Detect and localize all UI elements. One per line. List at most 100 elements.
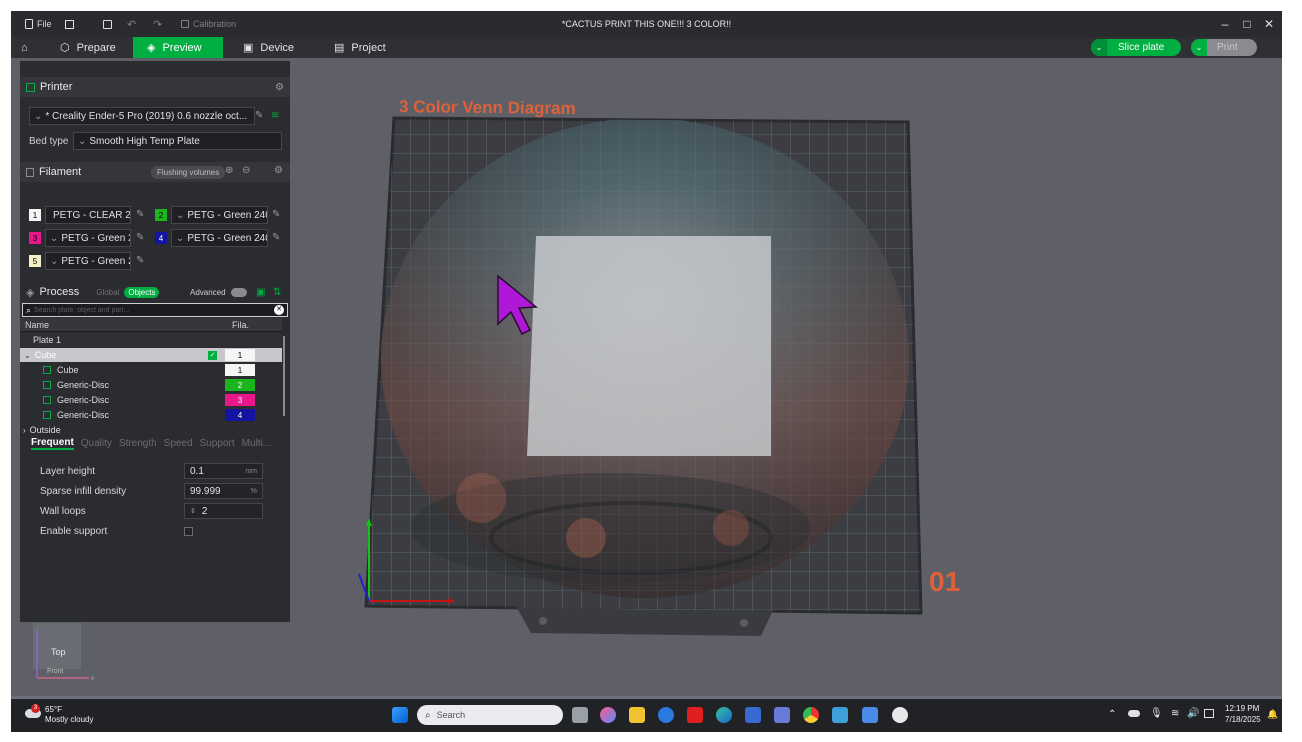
windows-start-icon[interactable]	[392, 707, 408, 723]
list-item[interactable]: Plate 1	[20, 333, 282, 347]
remove-filament-icon[interactable]: ⊖	[242, 165, 250, 176]
battery-icon[interactable]	[1204, 709, 1214, 718]
layer-height-value: 0.1	[190, 465, 204, 477]
microphone-icon[interactable]: 🎙	[1150, 708, 1163, 719]
tab-device[interactable]: ▣ Device	[229, 37, 308, 58]
subtab-quality[interactable]: Quality	[81, 438, 112, 449]
chevron-down-icon[interactable]: ⌄	[1191, 39, 1207, 56]
edit-icon[interactable]: ✎	[255, 110, 263, 121]
edit-icon[interactable]: ✎	[136, 209, 144, 220]
filament-index[interactable]: 3	[225, 394, 255, 406]
subtab-frequent[interactable]: Frequent	[31, 437, 74, 450]
clock-time[interactable]: 12:19 PM	[1225, 704, 1259, 713]
chevron-up-icon[interactable]: ⌃	[1108, 709, 1116, 720]
stepper-icon[interactable]: ⇕	[190, 507, 196, 515]
tab-prepare[interactable]: ⬡ Prepare	[46, 37, 130, 58]
filament-index[interactable]: 1	[225, 349, 255, 361]
object-list: Name Fila. Plate 1 ⌄ Cube ✓ 1 Cube 1 Gen…	[20, 309, 290, 435]
add-filament-icon[interactable]: ⊕	[225, 165, 233, 176]
edit-icon[interactable]: ✎	[136, 255, 144, 266]
subtab-multi[interactable]: Multi...	[242, 438, 271, 449]
settings-icon[interactable]: ⚙	[274, 165, 283, 176]
process-objects-tab[interactable]: Objects	[124, 286, 160, 298]
filament-index[interactable]: 1	[225, 364, 255, 376]
taskbar-search-label: Search	[436, 710, 466, 720]
plate-title: 3 Color Venn Diagram	[398, 97, 576, 118]
print-button[interactable]: ⌄ Print	[1191, 39, 1257, 56]
process-section-header[interactable]: ◈ Process Global Objects Advanced ▣ ⇅	[20, 282, 290, 302]
list-item[interactable]: Generic-Disc 4	[20, 408, 282, 422]
volume-icon[interactable]: 🔊	[1187, 708, 1199, 719]
maximize-icon[interactable]: □	[1238, 15, 1256, 33]
file-explorer-icon[interactable]	[629, 707, 645, 723]
filament-slot-4-select[interactable]: ⌄ PETG - Green 240-...	[171, 229, 268, 247]
search-app-icon[interactable]	[658, 707, 674, 723]
taskbar-search[interactable]: ⌕ Search	[417, 705, 563, 725]
chevron-down-icon[interactable]: ⌄	[1091, 39, 1107, 56]
filament-slot-2-select[interactable]: ⌄ PETG - Green 240-...	[171, 206, 268, 224]
layer-height-label: Layer height	[40, 466, 96, 477]
subtab-support[interactable]: Support	[200, 438, 235, 449]
notification-icon[interactable]: 🔔	[1267, 709, 1278, 720]
bambu-studio-icon[interactable]	[892, 707, 908, 723]
clock-date[interactable]: 7/18/2025	[1225, 715, 1261, 724]
chrome-icon[interactable]	[803, 707, 819, 723]
copy-icon[interactable]: ▣	[256, 287, 265, 298]
wall-loops-stepper[interactable]: ⇕ 2	[184, 503, 263, 519]
store-icon[interactable]	[745, 707, 761, 723]
edge-icon[interactable]	[716, 707, 732, 723]
printer-section-header[interactable]: Printer ⚙	[20, 77, 290, 97]
bed-type-select[interactable]: ⌄ Smooth High Temp Plate	[73, 132, 282, 150]
task-view-icon[interactable]	[572, 707, 588, 723]
filament-index[interactable]: 2	[225, 379, 255, 391]
list-item-selected[interactable]: ⌄ Cube ✓ 1	[20, 348, 282, 362]
settings-icon[interactable]: ⚙	[275, 82, 284, 93]
weather-temp: 65°F	[45, 705, 62, 714]
view-top-label[interactable]: Top	[51, 647, 66, 657]
list-scrollbar[interactable]	[283, 336, 285, 416]
filament-slot-3-select[interactable]: ⌄ PETG - Green 24...	[45, 229, 131, 247]
cube-object[interactable]	[527, 236, 771, 456]
enable-support-checkbox[interactable]	[184, 527, 193, 536]
layer-height-input[interactable]: 0.1 mm	[184, 463, 263, 479]
close-icon[interactable]: ✕	[1260, 15, 1278, 33]
view-front-label[interactable]: Front	[47, 668, 63, 674]
app-window: File ↶ ↷ Calibration *CACTUS PRINT THIS …	[11, 11, 1282, 732]
edit-icon[interactable]: ✎	[136, 232, 144, 243]
youtube-icon[interactable]	[687, 707, 703, 723]
teams-icon[interactable]	[774, 707, 790, 723]
wifi-icon[interactable]: ≋	[1171, 708, 1179, 719]
subtab-speed[interactable]: Speed	[164, 438, 193, 449]
onedrive-icon[interactable]	[1128, 710, 1140, 717]
filament-slot-5-select[interactable]: ⌄ PETG - Green 24...	[45, 252, 131, 270]
advanced-toggle[interactable]	[231, 287, 247, 297]
compare-icon[interactable]: ⇅	[273, 287, 281, 298]
list-item[interactable]: Generic-Disc 2	[20, 378, 282, 392]
list-item[interactable]: Generic-Disc 3	[20, 393, 282, 407]
photos-icon[interactable]	[862, 707, 878, 723]
filament-index[interactable]: 4	[225, 409, 255, 421]
notepad-icon[interactable]	[832, 707, 848, 723]
home-icon[interactable]: ⌂	[13, 37, 36, 58]
chevron-down-icon: ⌄	[176, 232, 185, 244]
copilot-icon[interactable]	[600, 707, 616, 723]
edit-icon[interactable]: ✎	[272, 209, 280, 220]
printer-select[interactable]: ⌄ * Creality Ender-5 Pro (2019) 0.6 nozz…	[29, 107, 255, 125]
edit-icon[interactable]: ✎	[272, 232, 280, 243]
tab-project[interactable]: ▤ Project	[320, 37, 400, 58]
filament-slot-4-number: 4	[155, 232, 167, 244]
list-item[interactable]: Cube 1	[20, 363, 282, 377]
process-global-tab[interactable]: Global	[96, 288, 119, 297]
minimize-icon[interactable]: –	[1216, 15, 1234, 33]
search-icon: ⌕	[425, 709, 431, 721]
subtab-strength[interactable]: Strength	[119, 438, 157, 449]
plate-number: 01	[929, 566, 961, 597]
filament-slot-1-select[interactable]: PETG - CLEAR 2...	[45, 206, 131, 224]
sparse-infill-input[interactable]: 99.999 %	[184, 483, 263, 499]
flushing-volumes-button[interactable]: Flushing volumes	[151, 166, 226, 179]
check-icon[interactable]: ✓	[208, 350, 217, 360]
weather-widget[interactable]: 3 65°F Mostly cloudy	[23, 704, 123, 728]
slice-plate-button[interactable]: ⌄ Slice plate	[1091, 39, 1181, 56]
tab-preview[interactable]: ◈ Preview	[133, 37, 223, 58]
wifi-icon[interactable]: ≋	[271, 110, 279, 121]
